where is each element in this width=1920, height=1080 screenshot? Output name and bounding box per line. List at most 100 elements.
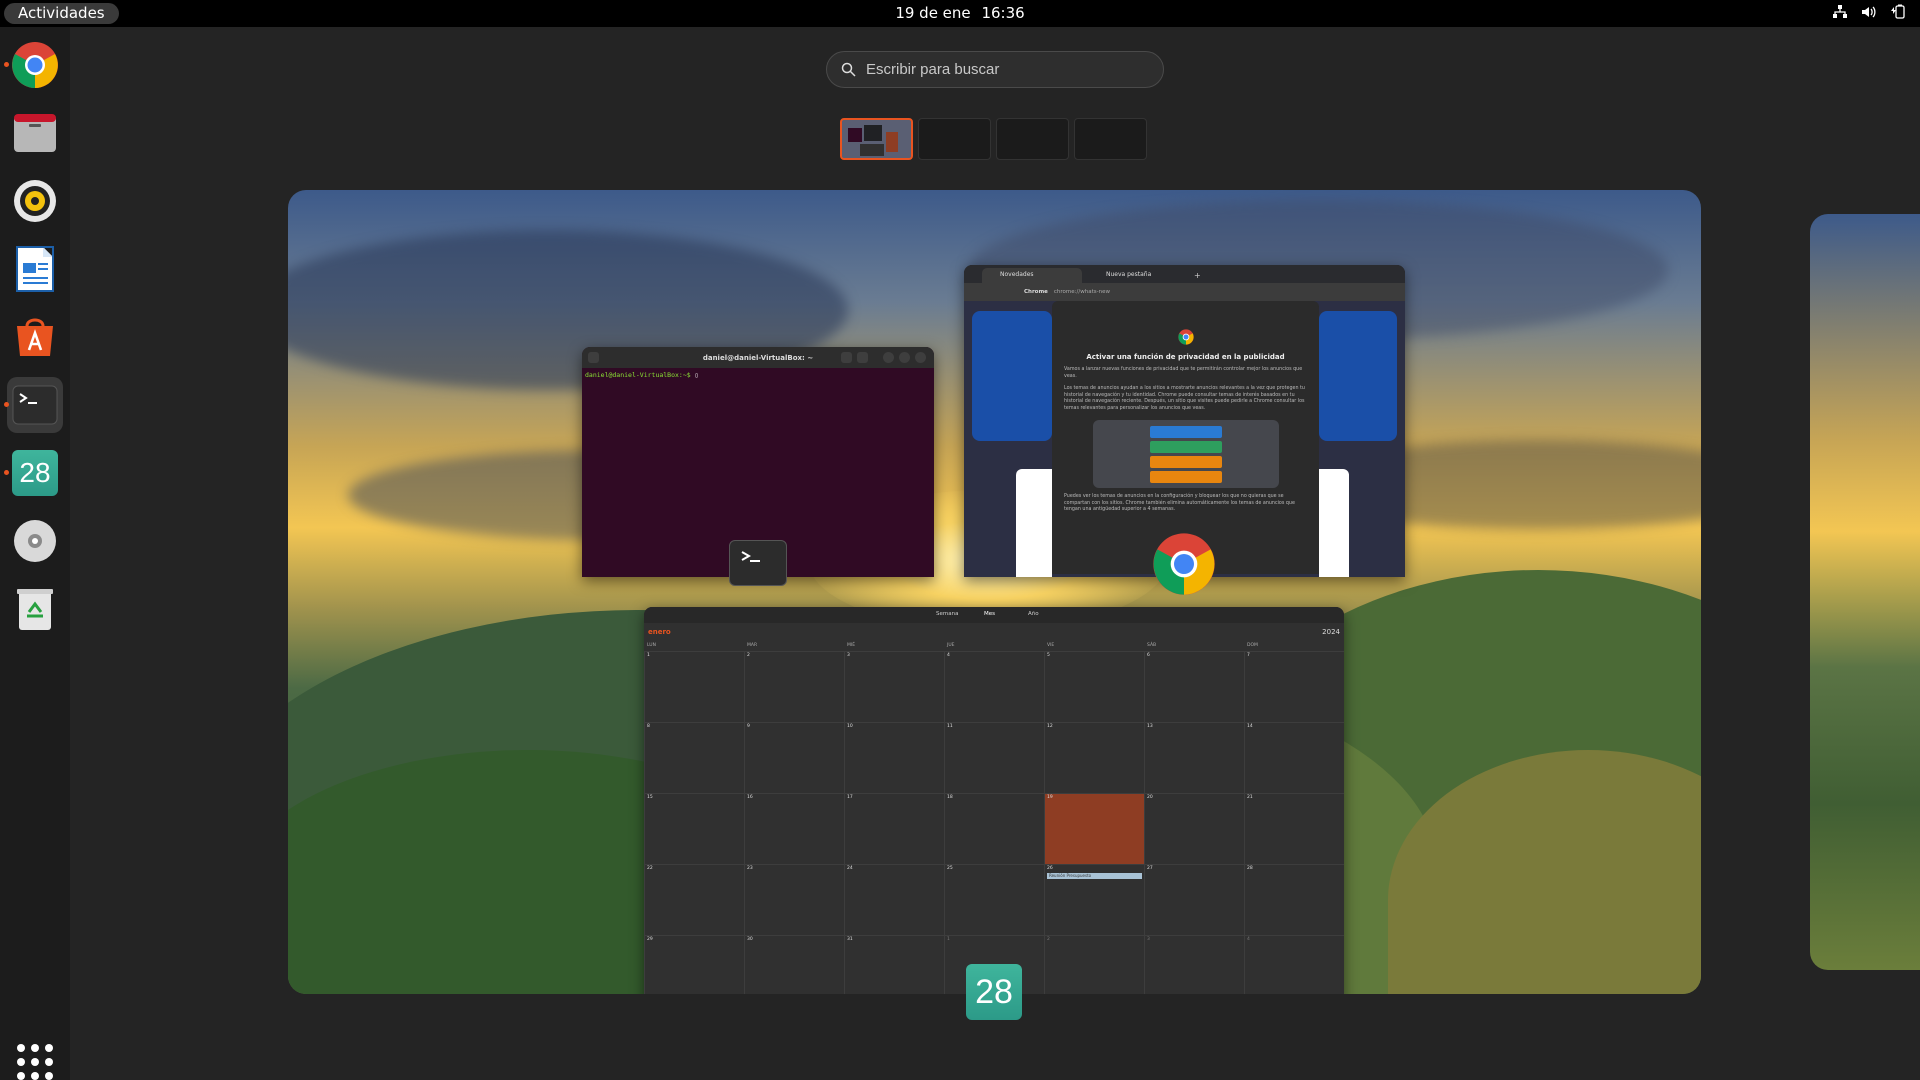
workspace-thumbnail-1[interactable]: [840, 118, 913, 160]
day-cell[interactable]: 18: [944, 793, 1044, 864]
omnibox-label: Chrome: [1024, 289, 1048, 295]
dock-item-writer[interactable]: [7, 241, 63, 297]
day-cell[interactable]: 28: [1244, 864, 1344, 935]
volume-icon[interactable]: [1861, 5, 1876, 19]
day-cell[interactable]: 20: [1144, 793, 1244, 864]
day-cell[interactable]: 21: [1244, 793, 1344, 864]
day-cell[interactable]: 10: [844, 722, 944, 793]
day-number: 2: [1047, 937, 1050, 942]
day-number: 4: [1247, 937, 1250, 942]
day-cell[interactable]: 2: [744, 651, 844, 722]
day-cell[interactable]: 26 Reunión Presupuesto: [1044, 864, 1144, 935]
dock-item-software[interactable]: [7, 309, 63, 365]
workspace-thumbnail-4[interactable]: [1074, 118, 1147, 160]
day-cell[interactable]: 23: [744, 864, 844, 935]
day-number: 31: [847, 937, 853, 942]
terminal-titlebar[interactable]: daniel@daniel-VirtualBox: ~: [582, 347, 934, 368]
day-cell[interactable]: 31: [844, 935, 944, 994]
terminal-prompt[interactable]: daniel@daniel-VirtualBox:~$ ▯: [582, 368, 934, 382]
day-cell[interactable]: 25: [944, 864, 1044, 935]
day-cell[interactable]: 7: [1244, 651, 1344, 722]
show-apps-grid-icon[interactable]: [17, 1044, 53, 1080]
calendar-year: 2024: [1322, 628, 1340, 636]
day-cell[interactable]: 4: [944, 651, 1044, 722]
decorative-card: [1319, 311, 1397, 441]
calendar-month: enero: [648, 628, 671, 636]
topics-illustration: [1092, 420, 1279, 488]
day-cell[interactable]: 6: [1144, 651, 1244, 722]
day-cell[interactable]: 14: [1244, 722, 1344, 793]
maximize-icon[interactable]: [899, 352, 910, 363]
prompt-text: daniel@daniel-VirtualBox:~$: [585, 371, 695, 379]
chrome-icon: [1153, 533, 1215, 595]
weekday-label: DOM: [1247, 643, 1258, 648]
dock-item-trash[interactable]: [7, 581, 63, 637]
network-icon[interactable]: [1833, 5, 1847, 19]
chrome-omnibox[interactable]: Chrome chrome://whats-new: [964, 283, 1405, 301]
day-cell[interactable]: 8: [644, 722, 744, 793]
day-cell[interactable]: 15: [644, 793, 744, 864]
next-workspace-preview[interactable]: [1810, 214, 1920, 970]
dock-item-terminal[interactable]: [4, 377, 63, 433]
terminal-menu-icon[interactable]: [857, 352, 868, 363]
chrome-window[interactable]: Novedades Nueva pestaña + Chrome chrome:…: [964, 265, 1405, 577]
minimize-icon[interactable]: [883, 352, 894, 363]
system-tray[interactable]: [1833, 4, 1906, 20]
dock-item-chrome[interactable]: [4, 37, 63, 93]
clock[interactable]: 19 de ene 16:36: [0, 0, 1920, 27]
close-icon[interactable]: [915, 352, 926, 363]
new-tab-plus-icon[interactable]: +: [1194, 271, 1201, 283]
day-cell[interactable]: 12: [1044, 722, 1144, 793]
terminal-search-icon[interactable]: [841, 352, 852, 363]
search-bar[interactable]: [826, 51, 1164, 88]
workspace-preview[interactable]: daniel@daniel-VirtualBox: ~ daniel@danie…: [288, 190, 1701, 994]
day-cell[interactable]: 5: [1044, 651, 1144, 722]
day-cell[interactable]: 22: [644, 864, 744, 935]
view-month-tab[interactable]: Mes: [984, 611, 995, 617]
day-cell[interactable]: 9: [744, 722, 844, 793]
day-cell[interactable]: 11: [944, 722, 1044, 793]
day-cell[interactable]: 30: [744, 935, 844, 994]
day-cell[interactable]: 3: [1144, 935, 1244, 994]
day-cell[interactable]: 2: [1044, 935, 1144, 994]
decorative-card: [1016, 469, 1052, 577]
day-cell[interactable]: 4: [1244, 935, 1344, 994]
view-week-tab[interactable]: Semana: [936, 611, 958, 617]
day-cell[interactable]: 3: [844, 651, 944, 722]
chrome-tab-novedades[interactable]: Novedades: [982, 268, 1082, 283]
day-number: 25: [947, 866, 953, 871]
calendar-icon-day: 28: [975, 972, 1013, 1011]
workspace-thumbnail-3[interactable]: [996, 118, 1069, 160]
calendar-window[interactable]: Semana Mes Año enero 2024 LUN MAR MIÉ JUE VI…: [644, 607, 1344, 994]
chrome-tab-nueva[interactable]: Nueva pestaña: [1088, 268, 1188, 283]
day-cell[interactable]: 24: [844, 864, 944, 935]
search-input[interactable]: [866, 61, 1146, 78]
dock-item-files[interactable]: [7, 105, 63, 161]
day-number: 14: [1247, 724, 1253, 729]
day-cell[interactable]: 13: [1144, 722, 1244, 793]
weekday-label: MIÉ: [847, 643, 856, 648]
day-cell[interactable]: 17: [844, 793, 944, 864]
day-number: 24: [847, 866, 853, 871]
dock-item-disc[interactable]: [7, 513, 63, 569]
new-tab-icon[interactable]: [588, 352, 599, 363]
view-year-tab[interactable]: Año: [1028, 611, 1039, 617]
terminal-app-badge: [729, 540, 787, 586]
running-indicator: [4, 62, 9, 67]
day-cell[interactable]: 16: [744, 793, 844, 864]
power-icon[interactable]: [1890, 4, 1906, 20]
day-number: 27: [1147, 866, 1153, 871]
decorative-card: [972, 311, 1052, 441]
day-cell[interactable]: 19: [1044, 793, 1144, 864]
day-cell[interactable]: 1: [644, 651, 744, 722]
day-cell[interactable]: 27: [1144, 864, 1244, 935]
day-cell[interactable]: 29: [644, 935, 744, 994]
dock-item-rhythmbox[interactable]: [7, 173, 63, 229]
workspace-thumbnail-2[interactable]: [918, 118, 991, 160]
day-number: 3: [847, 653, 850, 658]
dialog-text: Vamos a lanzar nuevas funciones de priva…: [1064, 367, 1303, 379]
weekday-label: LUN: [647, 643, 656, 648]
dialog-title: Activar una función de privacidad en la …: [1086, 353, 1285, 361]
calendar-event[interactable]: Reunión Presupuesto: [1047, 873, 1142, 879]
dock-item-calendar[interactable]: 28: [4, 445, 63, 501]
